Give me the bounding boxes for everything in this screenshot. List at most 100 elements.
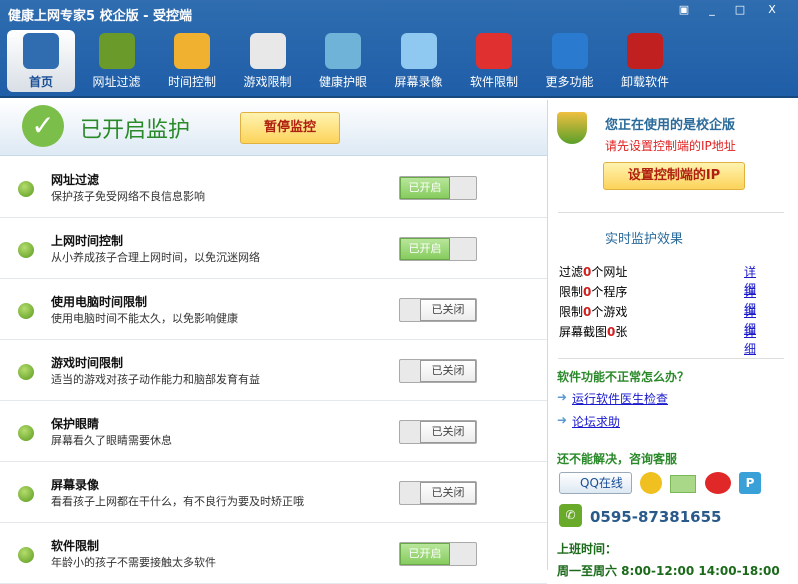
nav-label: 游戏限制 [243, 75, 292, 89]
feature-row: 使用电脑时间限制 使用电脑时间不能太久，以免影响健康 已关闭 [0, 279, 547, 340]
pause-monitor-button[interactable]: 暂停监控 [240, 112, 340, 144]
help-title: 软件功能不正常怎么办？ [557, 370, 690, 384]
status-dot-icon [18, 181, 34, 197]
edition-label: 您正在使用的是校企版 [605, 118, 736, 133]
feature-title: 上网时间控制 [51, 234, 124, 248]
nav-5[interactable]: 屏幕录像 [385, 30, 453, 92]
set-ip-button[interactable]: 设置控制端的IP [603, 162, 745, 190]
mail-icon[interactable] [670, 475, 696, 493]
feature-desc: 屏幕看久了眼睛需要休息 [51, 434, 172, 447]
stat-line: 限制0个程序 [559, 283, 627, 300]
feature-toggle[interactable]: 已关闭 [399, 420, 477, 444]
minimize-button[interactable]: _ [700, 2, 724, 18]
feature-row: 屏幕录像 看看孩子上网都在干什么，有不良行为要及时矫正哦 已关闭 [0, 462, 547, 523]
nav-1[interactable]: 网址过滤 [83, 30, 151, 92]
weibo-icon[interactable] [705, 472, 731, 494]
phone-icon: ✆ [559, 504, 582, 527]
feature-desc: 从小养成孩子合理上网时间，以免沉迷网络 [51, 251, 260, 264]
sidebar: 您正在使用的是校企版 请先设置控制端的IP地址 设置控制端的IP 实时监护效果 … [547, 100, 798, 578]
stat-line: 屏幕截图0张 [559, 323, 627, 340]
arrow-icon: ➜ [557, 390, 568, 404]
close-button[interactable]: X [760, 2, 784, 18]
nav-label: 时间控制 [167, 75, 216, 89]
stat-post: 个游戏 [591, 305, 628, 319]
nav-icon [551, 33, 588, 69]
nav-label: 首页 [28, 75, 53, 89]
feature-desc: 看看孩子上网都在干什么，有不良行为要及时矫正哦 [51, 495, 304, 508]
feature-toggle[interactable]: 已关闭 [399, 359, 477, 383]
forum-link[interactable]: 论坛求助 [572, 413, 620, 430]
nav-icon [174, 33, 210, 69]
status-dot-icon [18, 486, 34, 502]
feature-title: 游戏时间限制 [51, 356, 124, 370]
nav-icon [23, 33, 59, 69]
feature-toggle[interactable]: 已开启 [399, 542, 477, 566]
status-dot-icon [18, 425, 34, 441]
nav-icon [249, 33, 286, 69]
stat-pre: 限制 [559, 305, 584, 319]
nav-3[interactable]: 游戏限制 [234, 30, 302, 92]
stat-pre: 屏幕截图 [559, 325, 608, 339]
feature-toggle[interactable]: 已关闭 [399, 298, 477, 322]
feature-desc: 适当的游戏对孩子动作能力和脑部发育有益 [51, 373, 260, 386]
stat-line: 限制0个游戏 [559, 303, 627, 320]
stat-pre: 过滤 [559, 265, 584, 279]
feature-title: 保护眼睛 [51, 417, 100, 431]
stat-post: 个网址 [591, 265, 628, 279]
nav-label: 网址过滤 [92, 75, 141, 89]
check-icon: ✓ [22, 105, 64, 147]
nav-icon [98, 33, 135, 69]
nav-2[interactable]: 时间控制 [158, 30, 226, 92]
nav-6[interactable]: 软件限制 [460, 30, 528, 92]
tencent-weibo-icon[interactable]: P [739, 472, 761, 494]
doctor-link[interactable]: 运行软件医生检查 [572, 390, 668, 407]
nav-icon [476, 33, 512, 69]
feature-row: 保护眼睛 屏幕看久了眼睛需要休息 已关闭 [0, 401, 547, 462]
window-title: 健康上网专家5 校企版 - 受控端 [8, 9, 193, 24]
monitor-status: 已开启监护 [80, 118, 191, 143]
nav-icon [400, 33, 437, 69]
smiley-icon[interactable] [640, 472, 662, 494]
feature-desc: 使用电脑时间不能太久，以免影响健康 [51, 312, 238, 325]
toggle-state: 已开启 [400, 238, 450, 260]
nav-8[interactable]: 卸载软件 [611, 30, 679, 92]
nav-label: 卸载软件 [620, 75, 669, 89]
feature-title: 网址过滤 [51, 173, 100, 187]
monitor-title: 实时监护效果 [605, 232, 684, 247]
status-dot-icon [18, 242, 34, 258]
nav-label: 更多功能 [545, 75, 594, 89]
detail-link[interactable]: 详细 [744, 323, 756, 357]
hours-title: 上班时间： [557, 542, 618, 556]
status-dot-icon [18, 547, 34, 563]
feature-toggle[interactable]: 已开启 [399, 237, 477, 261]
toolbar: 健康上网专家5 校企版 - 受控端 ▣ _ □ X 首页 网址过滤 时间控制 游戏限制… [0, 0, 798, 98]
nav-0[interactable]: 首页 [7, 30, 75, 92]
feature-toggle[interactable]: 已开启 [399, 176, 477, 200]
nav-4[interactable]: 健康护眼 [309, 30, 377, 92]
qq-online-button[interactable]: QQ在线 [559, 472, 632, 494]
nav-label: 屏幕录像 [394, 75, 443, 89]
feature-toggle[interactable]: 已关闭 [399, 481, 477, 505]
hours: 周一至周六 8:00-12:00 14:00-18:00 [557, 564, 780, 578]
status-header: ✓ 已开启监护 暂停监控 [0, 100, 547, 156]
feature-desc: 年龄小的孩子不需要接触太多软件 [51, 556, 216, 569]
feature-title: 使用电脑时间限制 [51, 295, 148, 309]
toggle-state: 已开启 [400, 543, 450, 565]
maximize-button[interactable]: □ [728, 2, 752, 18]
menu-button[interactable]: ▣ [672, 2, 696, 18]
status-dot-icon [18, 364, 34, 380]
toggle-state: 已开启 [400, 177, 450, 199]
arrow-icon: ➜ [557, 413, 568, 427]
feature-row: 网址过滤 保护孩子免受网络不良信息影响 已开启 [0, 157, 547, 218]
stat-post: 个程序 [591, 285, 628, 299]
toggle-state: 已关闭 [420, 360, 476, 382]
shield-logo-icon [557, 112, 587, 144]
feature-row: 游戏时间限制 适当的游戏对孩子动作能力和脑部发育有益 已关闭 [0, 340, 547, 401]
contact-title: 还不能解决，咨询客服 [557, 452, 678, 466]
nav-7[interactable]: 更多功能 [536, 30, 604, 92]
toggle-state: 已关闭 [420, 421, 476, 443]
feature-row: 软件限制 年龄小的孩子不需要接触太多软件 已开启 [0, 523, 547, 584]
phone-number: 0595-87381655 [590, 508, 722, 526]
toggle-state: 已关闭 [420, 482, 476, 504]
nav-icon [325, 33, 361, 69]
